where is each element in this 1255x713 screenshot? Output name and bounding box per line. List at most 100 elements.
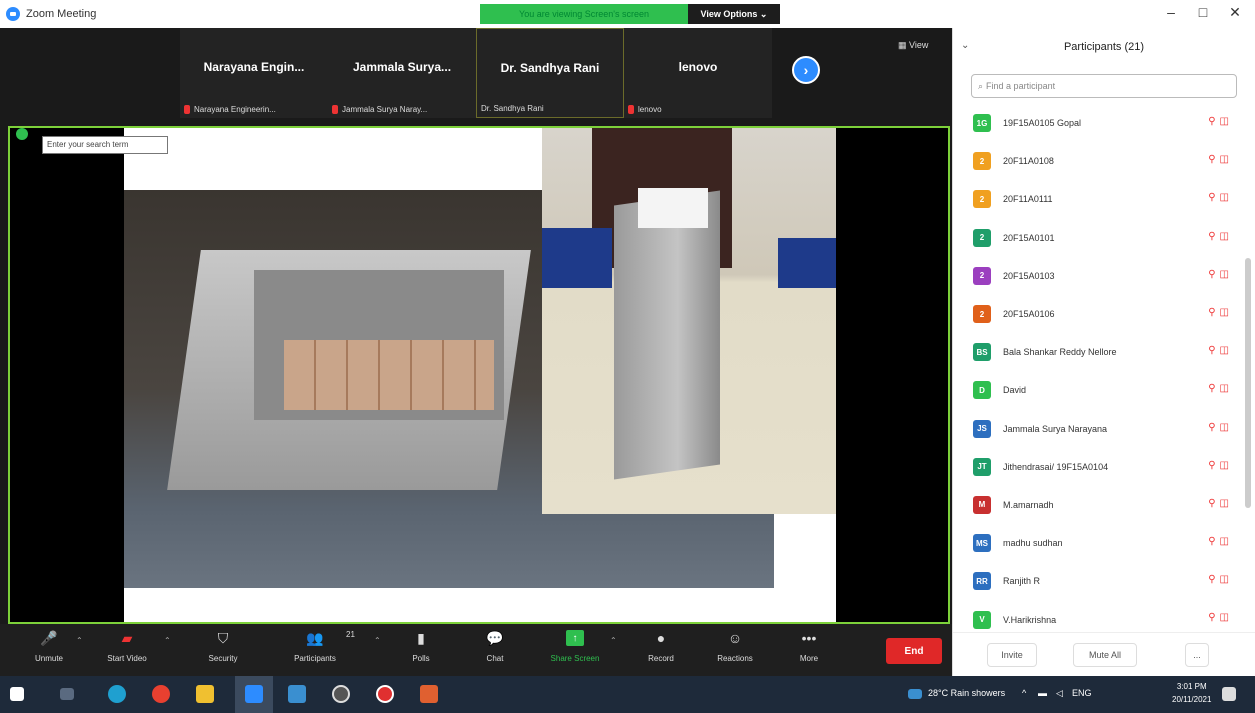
participant-name: 20F15A0106: [1003, 309, 1055, 320]
meeting-area: Narayana Engin... Narayana Engineerin...…: [0, 28, 952, 660]
window-title: Zoom Meeting: [26, 8, 97, 20]
list-item[interactable]: 2 20F15A0106 ⚲◫: [953, 295, 1243, 333]
reactions-label: Reactions: [717, 654, 753, 663]
list-item[interactable]: RR Ranjith R ⚲◫: [953, 562, 1243, 600]
participants-icon: 👥: [306, 629, 324, 646]
search-icon: ⌕: [978, 80, 984, 91]
list-item[interactable]: M M.amarnadh ⚲◫: [953, 486, 1243, 524]
list-item[interactable]: JT Jithendrasai/ 19F15A0104 ⚲◫: [953, 448, 1243, 486]
chrome-icon[interactable]: [152, 685, 170, 703]
list-item[interactable]: MS madhu sudhan ⚲◫: [953, 524, 1243, 562]
participants-label: Participants: [294, 654, 336, 663]
start-video-label: Start Video: [107, 654, 147, 663]
video-tile[interactable]: lenovo lenovo: [624, 28, 772, 118]
task-view-icon[interactable]: [60, 688, 74, 700]
start-video-button[interactable]: ▰ Start Video: [92, 630, 162, 664]
language-indicator[interactable]: ENG: [1072, 688, 1092, 698]
panel-scrollbar[interactable]: [1245, 258, 1251, 508]
powerpoint-icon[interactable]: [420, 685, 438, 703]
tile-name: lenovo: [678, 60, 718, 74]
list-item[interactable]: 2 20F11A0111 ⚲◫: [953, 180, 1243, 218]
participant-name: 20F11A0108: [1003, 156, 1054, 167]
audio-options-caret[interactable]: ⌃: [76, 636, 83, 645]
view-button[interactable]: ▦ View: [898, 40, 928, 51]
video-tile-active[interactable]: Dr. Sandhya Rani Dr. Sandhya Rani: [476, 28, 624, 118]
edge-icon[interactable]: [108, 685, 126, 703]
participant-name: V.Harikrishna: [1003, 614, 1057, 625]
participant-name: Ranjith R: [1003, 576, 1041, 587]
network-icon[interactable]: ▬: [1038, 688, 1047, 698]
weather-text[interactable]: 28°C Rain showers: [928, 688, 1005, 698]
list-item[interactable]: JS Jammala Surya Narayana ⚲◫: [953, 410, 1243, 448]
video-options-caret[interactable]: ⌃: [164, 636, 171, 645]
view-options-button[interactable]: View Options ⌄: [688, 4, 780, 24]
reactions-button[interactable]: ☺ Reactions: [700, 630, 770, 663]
shield-icon: [16, 128, 28, 140]
end-meeting-button[interactable]: End: [886, 638, 942, 664]
mute-all-button[interactable]: Mute All: [1073, 643, 1137, 667]
participants-button[interactable]: 👥 Participants: [280, 629, 350, 664]
clock-time: 3:01 PM: [1176, 682, 1207, 691]
security-button[interactable]: ⛉ Security: [188, 629, 258, 664]
polls-button[interactable]: ▮ Polls: [386, 630, 456, 664]
file-explorer-icon[interactable]: [196, 685, 214, 703]
invite-button[interactable]: Invite: [987, 643, 1037, 667]
video-strip: Narayana Engin... Narayana Engineerin...…: [180, 28, 840, 118]
list-item[interactable]: D David ⚲◫: [953, 371, 1243, 409]
media-player-icon[interactable]: [376, 685, 394, 703]
shared-slide: [124, 128, 836, 622]
close-button[interactable]: ✕: [1222, 4, 1248, 21]
avatar: 2: [973, 152, 991, 171]
tile-label: Narayana Engineerin...: [184, 105, 276, 114]
list-item[interactable]: 2 20F11A0108 ⚲◫: [953, 142, 1243, 180]
list-item[interactable]: 2 20F15A0101 ⚲◫: [953, 219, 1243, 257]
microphone-muted-icon: 🎤: [40, 629, 58, 646]
share-options-caret[interactable]: ⌃: [610, 636, 617, 645]
unmute-button[interactable]: 🎤 Unmute: [14, 629, 84, 664]
tile-label: Dr. Sandhya Rani: [481, 104, 544, 113]
video-tile[interactable]: Jammala Surya... Jammala Surya Naray...: [328, 28, 476, 118]
participant-name: Jithendrasai/ 19F15A0104: [1003, 461, 1109, 472]
shield-icon: ⛉: [217, 629, 229, 646]
windows-start-icon[interactable]: [10, 687, 24, 701]
share-screen-button[interactable]: ↑ Share Screen: [540, 630, 610, 663]
participant-name: 19F15A0105 Gopal: [1003, 118, 1082, 129]
windows-taskbar: 28°C Rain showers ^ ▬ ◁ ENG 3:01 PM 20/1…: [0, 676, 1255, 713]
chat-button[interactable]: 💬 Chat: [460, 629, 530, 664]
participant-name: 20F11A0111: [1003, 194, 1053, 205]
next-page-button[interactable]: ›: [792, 56, 820, 84]
chevron-down-icon[interactable]: ⌄: [961, 40, 969, 51]
participant-name: 20F15A0103: [1003, 270, 1055, 281]
tile-name: Dr. Sandhya Rani: [500, 61, 600, 75]
mic-muted-icon: [332, 105, 338, 114]
volume-icon[interactable]: ◁: [1056, 688, 1063, 699]
notification-icon[interactable]: [1222, 687, 1236, 701]
participant-name: David: [1003, 385, 1027, 396]
more-options-button[interactable]: ...: [1185, 643, 1209, 667]
maximize-button[interactable]: □: [1190, 4, 1216, 20]
muted-camera-off-icon: ⚲◫: [1208, 116, 1233, 127]
list-item[interactable]: 1G 19F15A0105 Gopal ⚲◫: [953, 104, 1243, 142]
tile-name: Jammala Surya...: [352, 60, 452, 74]
participants-options-caret[interactable]: ⌃: [374, 636, 381, 645]
polls-label: Polls: [412, 654, 430, 663]
more-button[interactable]: ••• More: [774, 630, 844, 663]
minimize-button[interactable]: –: [1158, 4, 1184, 20]
tile-label-text: Jammala Surya Naray...: [342, 105, 428, 114]
chat-icon: 💬: [486, 629, 504, 646]
zoom-icon[interactable]: [245, 685, 263, 703]
muted-camera-off-icon: ⚲◫: [1208, 345, 1233, 357]
participant-name: 20F15A0101: [1003, 232, 1055, 243]
app-icon[interactable]: [332, 685, 350, 703]
tray-chevron-up-icon[interactable]: ^: [1022, 688, 1026, 698]
participant-search-input[interactable]: ⌕ Find a participant: [971, 74, 1237, 98]
video-tile[interactable]: Narayana Engin... Narayana Engineerin...: [180, 28, 328, 118]
list-item[interactable]: BS Bala Shankar Reddy Nellore ⚲◫: [953, 333, 1243, 371]
muted-camera-off-icon: ⚲◫: [1208, 536, 1233, 548]
list-item[interactable]: 2 20F15A0103 ⚲◫: [953, 257, 1243, 295]
record-button[interactable]: ● Record: [626, 630, 696, 663]
participants-panel: ⌄ Participants (21) ⌕ Find a participant…: [952, 28, 1255, 676]
photos-icon[interactable]: [288, 685, 306, 703]
panel-footer: Invite Mute All ...: [953, 632, 1255, 676]
clock[interactable]: 3:01 PM 20/11/2021: [1172, 680, 1211, 706]
